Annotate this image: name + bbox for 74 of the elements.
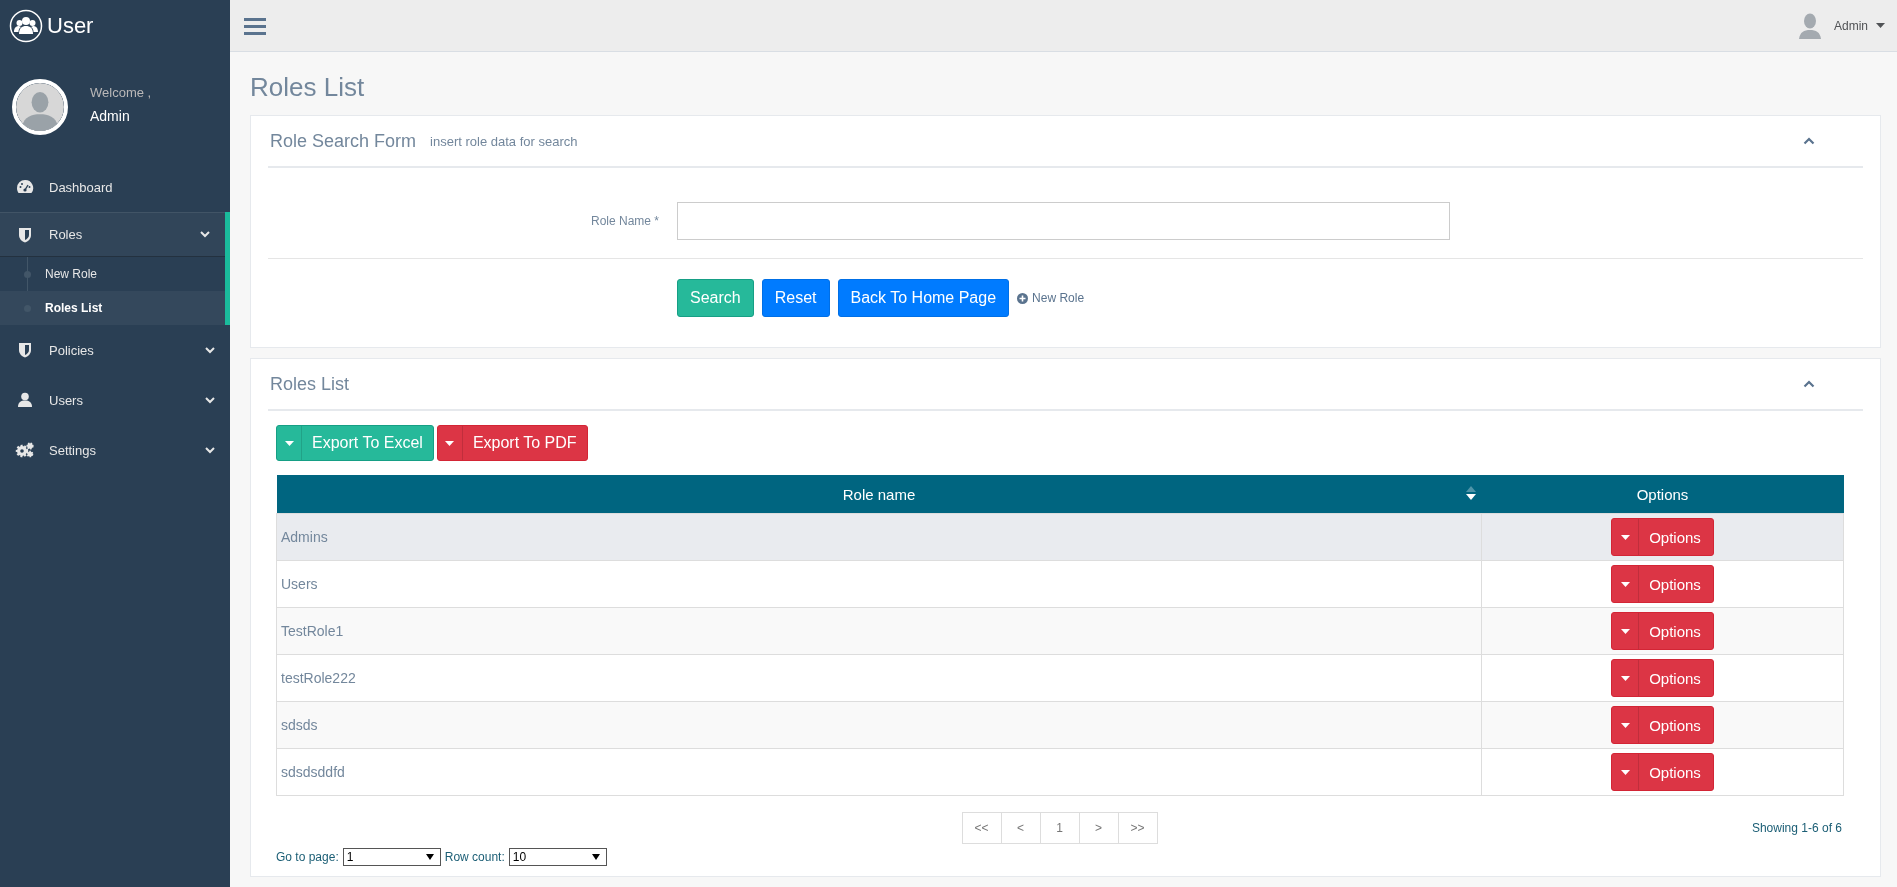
new-role-link[interactable]: New Role [1017,291,1085,305]
welcome-text: Welcome , [90,84,152,100]
form-subtitle: insert role data for search [430,133,578,149]
page-button[interactable]: < [1000,812,1041,844]
table-cell: sdsds [276,701,1482,749]
page-button[interactable]: 1 [1039,812,1080,844]
caret-icon [1620,534,1630,540]
dashboard-icon [16,179,34,195]
export-excel-button[interactable]: Export To Excel [276,425,434,461]
shield-icon [18,342,32,358]
plus-circle-icon [1017,292,1029,304]
table-cell: TestRole1 [276,607,1482,655]
options-button[interactable]: Options [1611,612,1714,650]
caret-icon [445,440,455,446]
sidebar-item[interactable]: Policies [0,325,230,375]
options-button[interactable]: Options [1611,565,1714,603]
user-name: Admin [90,107,131,124]
caret-icon [1620,675,1630,681]
user-icon [17,392,33,408]
caret-icon [1620,581,1630,587]
chevron-down-icon [205,346,215,354]
options-button[interactable]: Options [1611,706,1714,744]
table-cell: Users [276,560,1482,608]
chevron-down-icon [200,231,210,238]
action-button[interactable]: Reset [761,279,830,317]
caret-icon[interactable] [1876,23,1885,28]
row-count-select[interactable]: 10 [508,848,607,866]
input-field[interactable] [677,202,1450,240]
app-title: User [47,13,94,39]
form-title: Role Search Form [270,130,417,152]
field-label: Role Name * [589,214,659,228]
avatar-icon [12,79,68,135]
menu-icon[interactable] [244,16,266,35]
submenu-item[interactable]: Roles List [0,291,225,325]
action-button[interactable]: Back To Home Page [837,279,1010,317]
page-title: Roles List [250,71,366,104]
page-button[interactable]: > [1078,812,1119,844]
chevron-down-icon [205,396,215,404]
options-button[interactable]: Options [1611,518,1714,556]
table-cell: sdsdsddfd [276,748,1482,796]
collapse-icon[interactable] [1803,380,1815,388]
page-button[interactable]: >> [1117,812,1158,844]
collapse-icon[interactable] [1803,137,1815,145]
caret-icon [284,440,294,446]
gears-icon [15,442,35,458]
row-count-label: Row count: [444,850,505,864]
page-select[interactable]: 1 [342,848,441,866]
card-title: Roles List [270,373,350,395]
caret-icon [1620,628,1630,634]
page-label: Go to page: [276,850,339,864]
column-header[interactable]: Role name [276,475,1482,514]
dropdown-arrow-icon [591,854,600,860]
users-logo-icon [9,9,43,43]
sidebar-item[interactable]: Users [0,375,230,425]
chevron-down-icon [205,446,215,454]
search-button[interactable]: Search [677,279,754,317]
sort-icon[interactable] [1465,486,1476,500]
results-summary: Showing 1-6 of 6 [1751,821,1843,835]
submenu-item[interactable]: New Role [0,257,225,291]
page-button[interactable]: << [961,812,1002,844]
user-avatar-icon [1798,12,1822,39]
shield-icon [18,226,32,243]
caret-icon [1620,769,1630,775]
export-pdf-button[interactable]: Export To PDF [436,425,588,461]
options-button[interactable]: Options [1611,753,1714,791]
sidebar-item[interactable]: Settings [0,425,230,475]
sidebar-item[interactable]: Dashboard [0,162,230,212]
column-header: Options [1481,475,1844,514]
table-cell: testRole222 [276,654,1482,702]
user-menu[interactable]: Admin [1834,18,1868,33]
options-button[interactable]: Options [1611,659,1714,697]
table-cell: Admins [276,513,1482,561]
caret-icon [1620,722,1630,728]
dropdown-arrow-icon [425,854,434,860]
